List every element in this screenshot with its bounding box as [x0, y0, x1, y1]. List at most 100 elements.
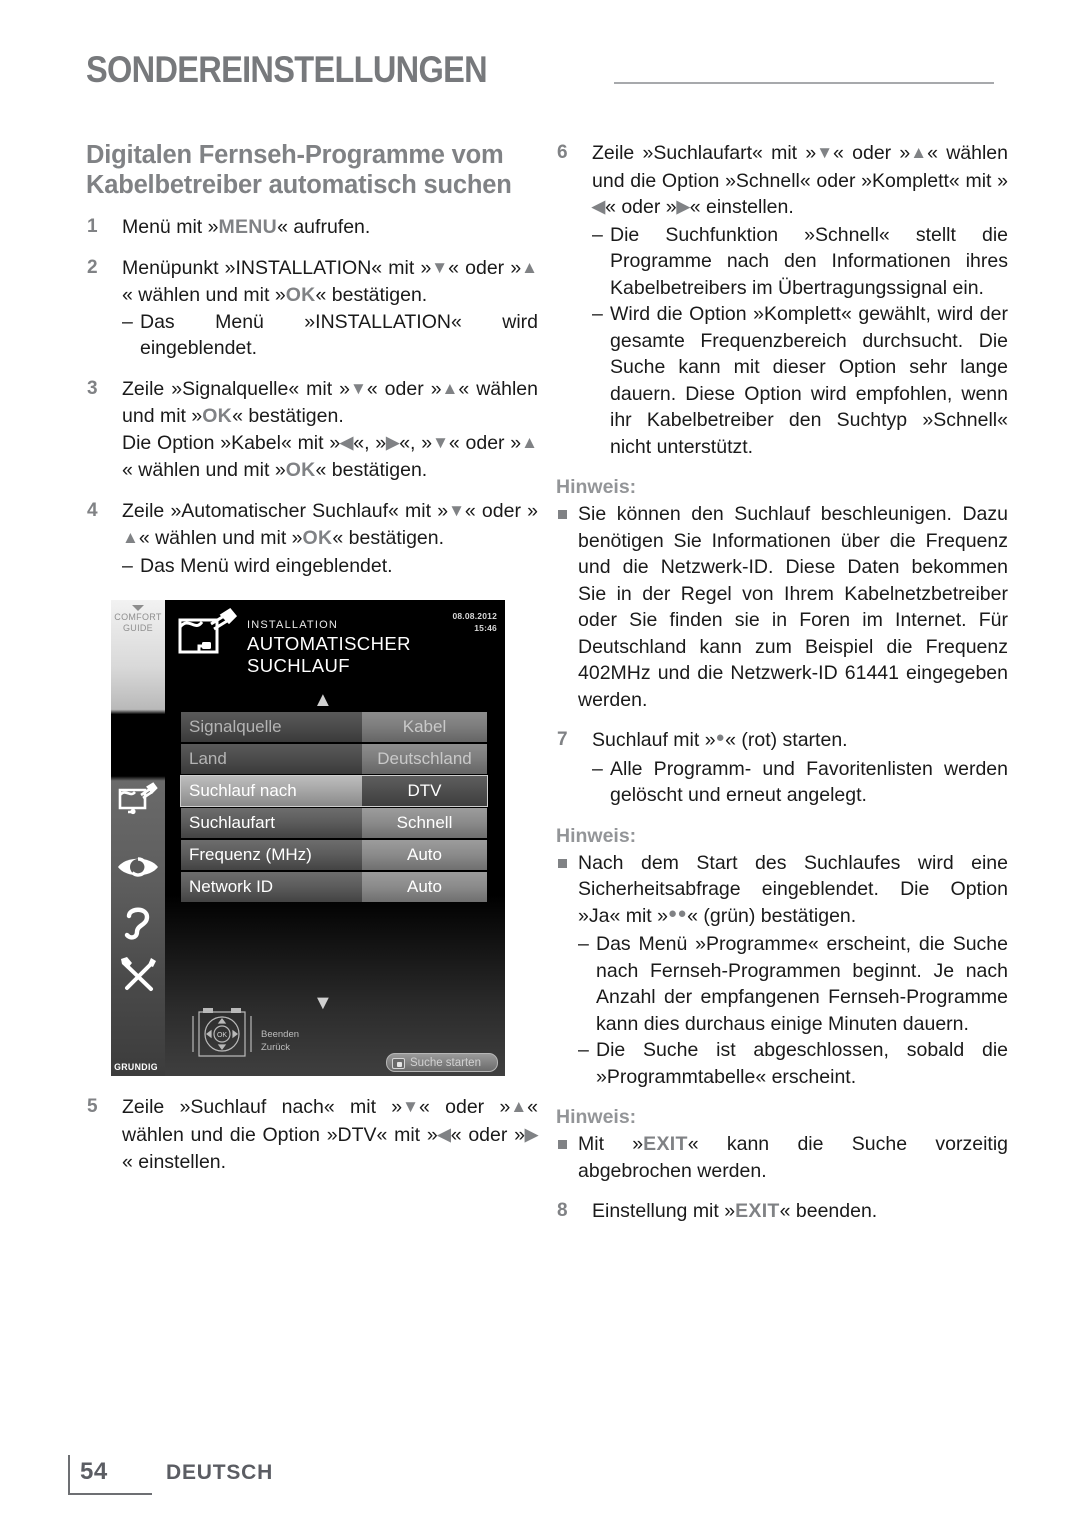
- tv-row-network-id[interactable]: Network ID Auto: [181, 872, 487, 902]
- step-6-sub-2: – Wird die Option »Komplett« gewählt, wir…: [592, 301, 1008, 460]
- tv-menu-screenshot: COMFORT GUIDE GRUNDIG INSTALLATION AUTOM…: [111, 600, 505, 1076]
- tv-date: 08.08.2012: [452, 611, 497, 621]
- step-1-text: Menü mit »MENU« aufrufen.: [122, 214, 538, 241]
- dash-mark: –: [122, 554, 133, 577]
- triangle-down-icon: [132, 605, 144, 611]
- hinweis-2-sub-2: – Die Suche ist abgeschlossen, sobald die…: [556, 1037, 1008, 1090]
- hinweis-title-3: Hinweis:: [556, 1106, 637, 1128]
- tv-row-suchlaufart[interactable]: Suchlaufart Schnell: [181, 808, 487, 838]
- t: « oder »: [450, 1123, 525, 1146]
- step-2-sub-text: Das Menü »INSTALLATION« wird eingeblende…: [140, 310, 538, 360]
- step-4-sub: – Das Menü wird eingeblendet.: [122, 553, 538, 580]
- tv-datetime: 08.08.2012 15:46: [452, 610, 497, 634]
- arrow-down-icon: ▼: [448, 500, 465, 520]
- left-column: Digitalen Fernseh-Programme vom Kabelbet…: [86, 140, 538, 579]
- t: Menü mit »: [122, 216, 219, 238]
- header-rule: [614, 82, 994, 84]
- t: Zeile »Automatischer Suchlauf« mit »: [122, 499, 449, 522]
- square-bullet-icon: [558, 510, 567, 519]
- step-3-text: Zeile »Signalquelle« mit »▼« oder »▲« wä…: [122, 376, 538, 430]
- chevron-down-icon[interactable]: ▼: [313, 993, 333, 1013]
- manual-page: SONDEREINSTELLUNGEN Digitalen Fernseh-Pr…: [0, 0, 1080, 1532]
- square-bullet-icon: [558, 1140, 567, 1149]
- suche-starten-label: Suche starten: [410, 1057, 481, 1069]
- t: « bestätigen.: [332, 527, 445, 549]
- tv-row-value[interactable]: Auto: [362, 840, 487, 870]
- tv-settings-list: Signalquelle Kabel Land Deutschland Such…: [180, 712, 488, 904]
- tv-row-value[interactable]: Auto: [362, 872, 487, 902]
- t: Menüpunkt »INSTALLATION« mit »: [122, 256, 432, 279]
- tv-row-label: Network ID: [181, 872, 362, 902]
- page-header: SONDEREINSTELLUNGEN: [86, 48, 994, 102]
- t: «, »: [399, 431, 433, 454]
- tv-menu-path: INSTALLATION: [247, 619, 339, 631]
- tv-row-frequenz[interactable]: Frequenz (MHz) Auto: [181, 840, 487, 870]
- t: Einstellung mit »: [592, 1200, 736, 1222]
- dash-mark: –: [592, 303, 603, 325]
- arrow-down-icon: ▼: [432, 432, 449, 452]
- arrow-up-icon: ▲: [521, 432, 538, 452]
- hinweis-1-bullet: Sie können den Suchlauf beschleunigen. D…: [556, 501, 1008, 713]
- hinweis-title-1: Hinweis:: [556, 476, 637, 498]
- t: Suchlauf mit »: [592, 729, 716, 751]
- tv-row-value[interactable]: DTV: [362, 776, 487, 806]
- key-menu: MENU: [218, 216, 278, 238]
- eye-icon[interactable]: [115, 844, 161, 890]
- t: Die Option »Kabel« mit »: [122, 431, 341, 454]
- navigation-legend: Beenden Zurück: [261, 1028, 299, 1054]
- t: « einstellen.: [122, 1151, 227, 1173]
- step-7-text: Suchlauf mit »●« (rot) starten.: [592, 727, 1008, 756]
- installation-icon[interactable]: [115, 778, 161, 824]
- key-exit: EXIT: [735, 1200, 780, 1222]
- tools-icon[interactable]: [115, 952, 161, 998]
- chevron-up-icon[interactable]: ▲: [313, 690, 333, 710]
- step-3-text-2: Die Option »Kabel« mit »◀«, »▶«, »▼« ode…: [122, 430, 538, 484]
- step-7: 7 Suchlauf mit »●« (rot) starten. – Alle …: [556, 727, 1008, 809]
- arrow-up-icon: ▲: [441, 378, 459, 398]
- green-button-dots-icon: ●●: [667, 904, 688, 922]
- t: Zeile »Suchlauf nach« mit »: [122, 1096, 403, 1118]
- arrow-right-icon: ▶: [676, 197, 690, 216]
- step-1-number: 1: [87, 216, 98, 237]
- step-6-sub-1: – Die Suchfunktion »Schnell« stellt die P…: [592, 222, 1008, 302]
- svg-text:OK: OK: [217, 1032, 227, 1039]
- step-3-number: 3: [87, 377, 98, 399]
- tv-row-land[interactable]: Land Deutschland: [181, 744, 487, 774]
- tv-row-signalquelle[interactable]: Signalquelle Kabel: [181, 712, 487, 742]
- dash-mark: –: [592, 757, 603, 780]
- step-4-text: Zeile »Automatischer Suchlauf« mit »▼« o…: [122, 498, 538, 553]
- t: « (grün) bestätigen.: [687, 904, 857, 927]
- square-bullet-icon: [558, 858, 567, 868]
- step-5: 5 Zeile »Suchlauf nach« mit »▼« oder »▲«…: [86, 1094, 538, 1176]
- step-6: 6 Zeile »Suchlaufart« mit »▼« oder »▲« w…: [556, 140, 1008, 460]
- comfort-guide-label: COMFORT GUIDE: [114, 612, 162, 633]
- tv-row-label: Suchlaufart: [181, 808, 362, 838]
- red-button-icon: [392, 1058, 405, 1069]
- t: « oder »: [833, 142, 911, 164]
- step-4-sub-text: Das Menü wird eingeblendet.: [140, 554, 393, 577]
- arrow-down-icon: ▼: [816, 143, 834, 162]
- tv-time: 15:46: [474, 623, 497, 633]
- step-2: 2 Menüpunkt »INSTALLATION« mit »▼« oder …: [86, 255, 538, 362]
- step-4-number: 4: [87, 499, 98, 521]
- page-header-title: SONDEREINSTELLUNGEN: [86, 49, 488, 90]
- arrow-down-icon: ▼: [431, 257, 449, 277]
- hinweis-1-text: Sie können den Suchlauf beschleunigen. D…: [578, 503, 1008, 711]
- t: « oder »: [419, 1096, 511, 1118]
- red-button-dot-icon: ●: [715, 729, 726, 746]
- tv-sidebar: COMFORT GUIDE GRUNDIG: [111, 600, 165, 1076]
- key-ok: OK: [202, 405, 233, 427]
- tv-row-value[interactable]: Deutschland: [362, 744, 487, 774]
- t: Mit »: [578, 1133, 644, 1155]
- ear-icon[interactable]: [115, 900, 161, 946]
- suche-starten-button[interactable]: Suche starten: [386, 1053, 498, 1072]
- t: « bestätigen.: [315, 459, 428, 481]
- t: « wählen und mit »: [122, 284, 286, 306]
- tv-row-value[interactable]: Schnell: [362, 808, 487, 838]
- tv-row-value[interactable]: Kabel: [362, 712, 487, 742]
- step-2-number: 2: [87, 256, 98, 278]
- tv-row-suchlauf-nach[interactable]: Suchlauf nach DTV: [180, 775, 488, 807]
- t: « oder »: [448, 431, 522, 454]
- nav-back-label: Zurück: [261, 1042, 291, 1053]
- t: « (rot) starten.: [725, 729, 848, 751]
